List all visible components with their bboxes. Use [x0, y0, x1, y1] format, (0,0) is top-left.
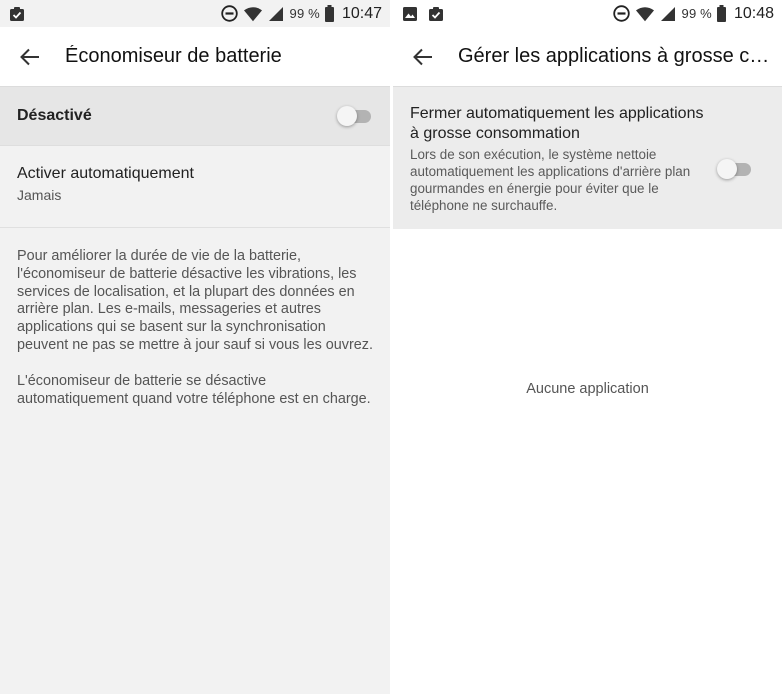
- toggle-thumb: [337, 106, 357, 126]
- app-bar: Gérer les applications à grosse consomma…: [393, 27, 782, 87]
- master-switch-label: Désactivé: [17, 107, 92, 124]
- status-bar: 99 % 10:47: [0, 0, 390, 27]
- wifi-icon: [243, 5, 262, 23]
- battery-saver-toggle[interactable]: [337, 105, 373, 127]
- battery-percent: 99 %: [681, 6, 712, 21]
- toggle-thumb: [717, 159, 737, 179]
- clock: 10:48: [733, 4, 774, 22]
- battery-icon: [717, 5, 727, 23]
- auto-close-title: Fermer automatiquement les applications …: [410, 105, 704, 142]
- cellular-signal-icon: [659, 5, 677, 23]
- cellular-signal-icon: [267, 5, 285, 23]
- arrow-back-icon: [413, 48, 432, 65]
- description-paragraph-2: L'économiseur de batterie se désactive a…: [17, 372, 371, 407]
- back-button[interactable]: [0, 27, 60, 87]
- clipboard-check-icon: [427, 5, 445, 23]
- arrow-back-icon: [20, 48, 39, 65]
- app-bar: Économiseur de batterie: [0, 27, 390, 87]
- battery-saver-description: Pour améliorer la durée de vie de la bat…: [0, 228, 390, 408]
- status-bar: 99 % 10:48: [393, 0, 782, 27]
- do-not-disturb-icon: [221, 5, 239, 23]
- battery-icon: [325, 5, 335, 23]
- clock: 10:47: [341, 4, 382, 22]
- clipboard-check-icon: [8, 5, 26, 23]
- page-title: Gérer les applications à grosse consomma…: [458, 45, 782, 67]
- high-consumption-apps-screen: 99 % 10:48 Gérer les applications à gros…: [393, 0, 782, 694]
- description-paragraph-1: Pour améliorer la durée de vie de la bat…: [17, 248, 373, 353]
- do-not-disturb-icon: [613, 5, 631, 23]
- wifi-icon: [635, 5, 654, 23]
- master-switch-row[interactable]: Désactivé: [0, 87, 390, 146]
- auto-close-toggle[interactable]: [717, 158, 753, 180]
- image-icon: [401, 5, 419, 23]
- page-title: Économiseur de batterie: [65, 45, 282, 67]
- auto-activate-title: Activer automatiquement: [17, 165, 194, 182]
- empty-state-text: Aucune application: [526, 381, 649, 397]
- battery-percent: 99 %: [289, 6, 320, 21]
- auto-activate-preference[interactable]: Activer automatiquement Jamais: [0, 146, 390, 228]
- back-button[interactable]: [393, 27, 453, 87]
- auto-close-summary: Lors de son exécution, le système nettoi…: [410, 147, 691, 213]
- battery-saver-screen: 99 % 10:47 Économiseur de batterie Désac…: [0, 0, 390, 694]
- auto-activate-summary: Jamais: [17, 187, 62, 203]
- auto-close-preference[interactable]: Fermer automatiquement les applications …: [393, 87, 782, 229]
